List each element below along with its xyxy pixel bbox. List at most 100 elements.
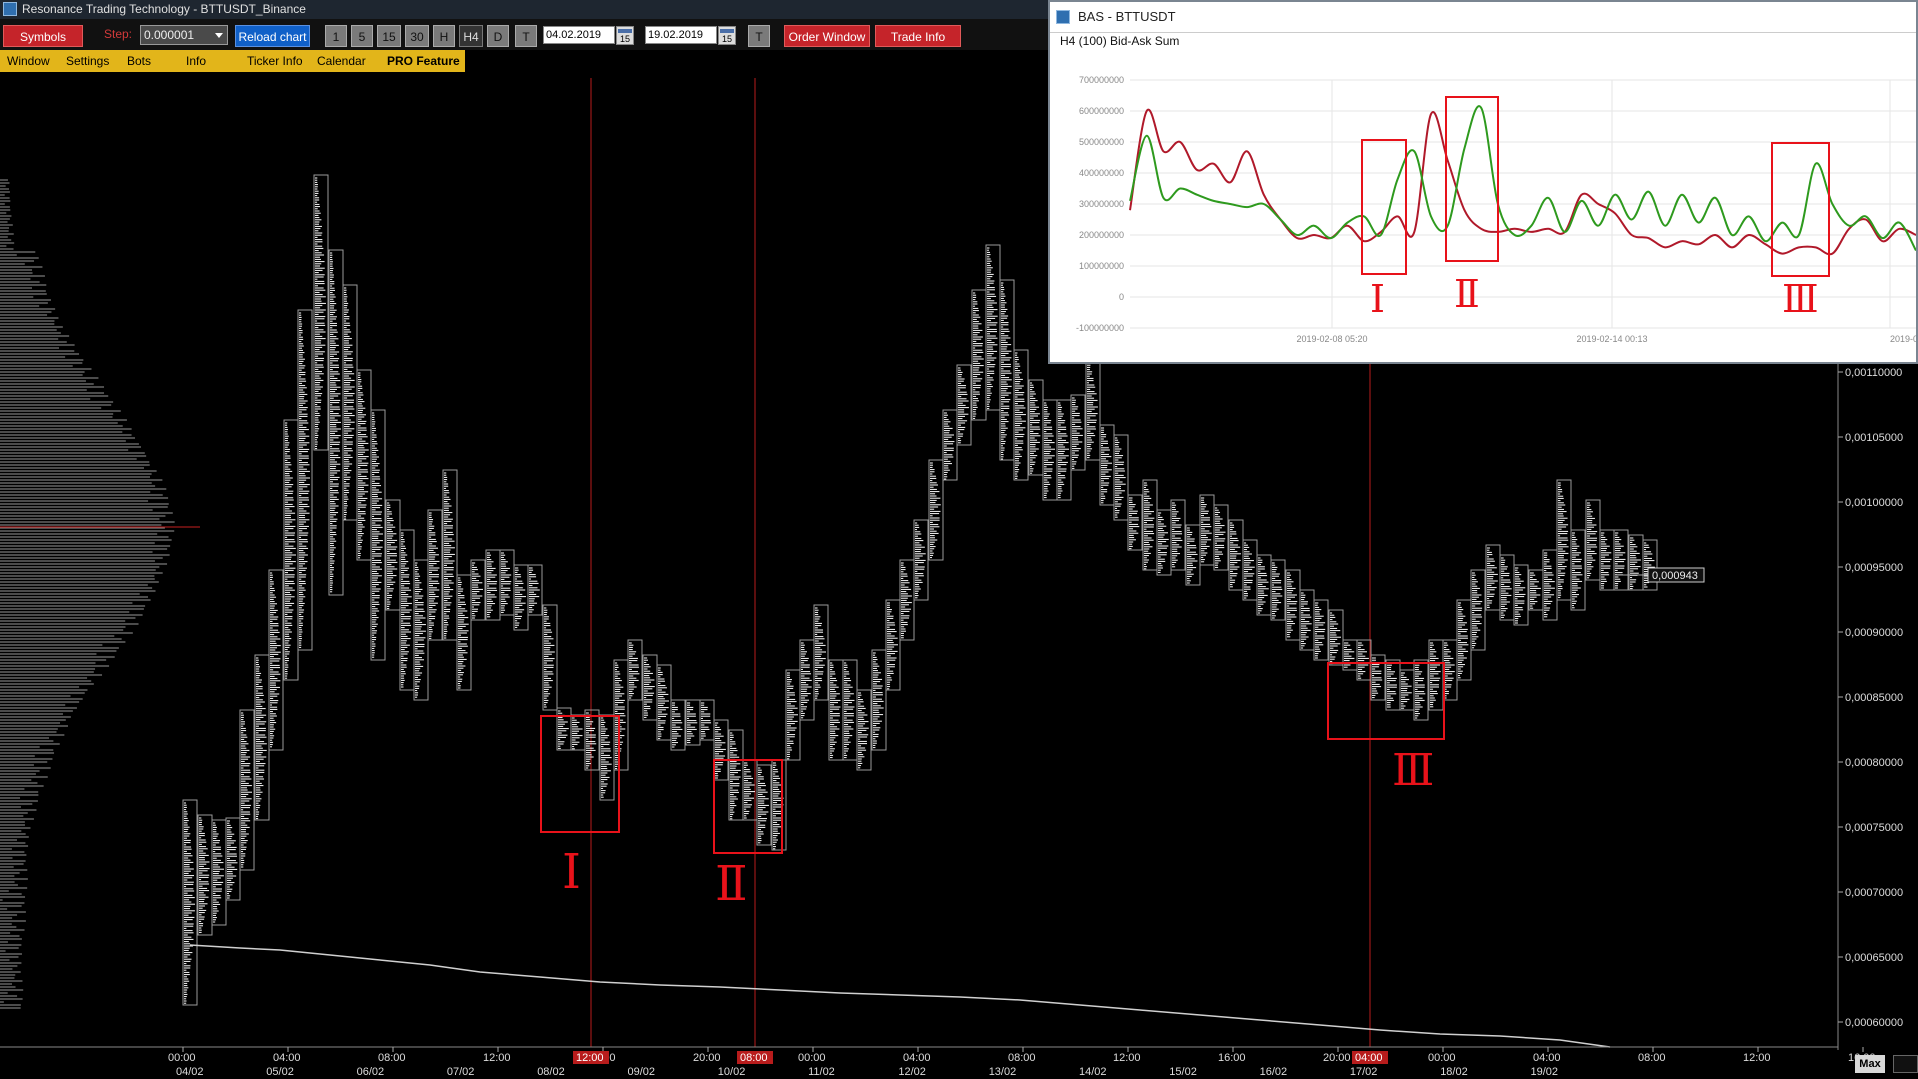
candle (899, 559, 915, 641)
menu-calendar[interactable]: Calendar (317, 54, 366, 68)
candle (871, 649, 887, 751)
candle (842, 659, 858, 761)
date-to-input[interactable]: 19.02.2019 (645, 26, 717, 44)
date-from-input[interactable]: 04.02.2019 (543, 26, 615, 44)
step-select[interactable]: 0.000001 (140, 25, 228, 45)
timeframe-5-button[interactable]: 5 (351, 25, 373, 47)
candle (1099, 424, 1115, 506)
candle (1413, 659, 1429, 721)
candle (642, 654, 658, 721)
t-button-2[interactable]: T (748, 25, 770, 47)
candle (828, 659, 844, 761)
t-button[interactable]: T (515, 25, 537, 47)
candle (1485, 544, 1501, 611)
candle (1356, 639, 1372, 681)
inset-y-tick-label: 700000000 (1079, 75, 1124, 85)
date-tick-label: 04/02 (176, 1066, 204, 1078)
date-tick-label: 16/02 (1260, 1066, 1288, 1078)
price-tick-label: 0,00085000 (1845, 692, 1903, 704)
time-tick-label: 04:00 (903, 1052, 931, 1064)
cursor-time-label: 04:00 (1355, 1052, 1383, 1064)
candle (399, 529, 415, 691)
inset-x-tick-label: 2019-02-14 00:13 (1576, 334, 1647, 344)
inset-annotation-boxes (1361, 96, 1830, 277)
date-tick-label: 06/02 (357, 1066, 385, 1078)
calendar-icon[interactable]: 15 (616, 26, 634, 45)
cursor-time-label: 08:00 (740, 1052, 768, 1064)
symbols-button[interactable]: Symbols (3, 25, 83, 47)
candle (999, 279, 1015, 461)
current-price-label: 0,000943 (1652, 570, 1698, 582)
time-tick-label: 16:00 (1218, 1052, 1246, 1064)
candle (513, 564, 529, 631)
candle (1513, 564, 1529, 626)
candle (856, 689, 872, 771)
time-tick-label: 08:00 (378, 1052, 406, 1064)
timeframe-30-button[interactable]: 30 (405, 25, 429, 47)
price-tick-label: 0,00105000 (1845, 432, 1903, 444)
candle (442, 469, 458, 641)
candle (813, 604, 829, 701)
corner-button[interactable] (1893, 1055, 1918, 1073)
order-window-button[interactable]: Order Window (784, 25, 870, 47)
candle (599, 714, 615, 801)
inset-y-tick-label: 0 (1119, 292, 1124, 302)
timeframe-h-button[interactable]: H (433, 25, 455, 47)
candle (1399, 669, 1415, 711)
candle (1628, 534, 1644, 591)
app-icon (3, 2, 17, 16)
candle (985, 244, 1001, 411)
bid-ask-sum-window[interactable]: BAS - BTTUSDT H4 (100) Bid-Ask Sum 70000… (1048, 0, 1918, 364)
reload-chart-button[interactable]: Reload chart (235, 25, 310, 47)
inset-y-tick-label: 300000000 (1079, 199, 1124, 209)
time-tick-label: 12:00 (1743, 1052, 1771, 1064)
timeframe-h4-button[interactable]: H4 (459, 25, 483, 47)
menu-bar: Window Settings Bots Info Ticker Info Ca… (0, 50, 465, 72)
timeframe-15-button[interactable]: 15 (377, 25, 401, 47)
menu-info[interactable]: Info (186, 54, 206, 68)
candle (485, 549, 501, 621)
inset-y-ticks: 700000000 600000000 500000000 400000000 3000… (1076, 75, 1124, 333)
candle (885, 599, 901, 691)
menu-settings[interactable]: Settings (66, 54, 109, 68)
inset-y-tick-label: -100000000 (1076, 323, 1124, 333)
candle (785, 669, 801, 761)
date-tick-label: 09/02 (628, 1066, 656, 1078)
candle (413, 559, 429, 701)
region-label-1: Ⅰ (562, 844, 581, 900)
trade-info-button[interactable]: Trade Info (875, 25, 961, 47)
inset-region-label-2: Ⅱ (1454, 272, 1480, 316)
time-axis-ticks: 00:00 04:00 08:00 12:00 16:00 20:00 00:00 04:00… (168, 1047, 1876, 1078)
series-red-line (1129, 108, 1916, 256)
time-tick-label: 00:00 (168, 1052, 196, 1064)
time-tick-label: 04:00 (1533, 1052, 1561, 1064)
candle (211, 819, 227, 926)
candle (1199, 494, 1215, 566)
menu-pro-feature[interactable]: PRO Feature (387, 54, 460, 68)
annotation-boxes (540, 662, 1445, 854)
price-tick-label: 0,00100000 (1845, 497, 1903, 509)
candle (556, 707, 572, 751)
date-tick-label: 12/02 (898, 1066, 926, 1078)
candle (1085, 359, 1101, 461)
candle (771, 759, 787, 851)
timeframe-1-button[interactable]: 1 (325, 25, 347, 47)
price-axis[interactable] (1838, 360, 1918, 1050)
calendar-icon[interactable]: 15 (718, 26, 736, 45)
candle (427, 509, 443, 641)
candle (197, 814, 213, 936)
candle (1342, 639, 1358, 671)
candle (956, 364, 972, 446)
candle (728, 729, 744, 821)
candle (928, 459, 944, 561)
timeframe-d-button[interactable]: D (487, 25, 509, 47)
region-label-3: Ⅲ (1392, 745, 1434, 796)
candle (1042, 399, 1058, 501)
candle (942, 409, 958, 481)
menu-bots[interactable]: Bots (127, 54, 151, 68)
candle (1299, 589, 1315, 651)
menu-ticker-info[interactable]: Ticker Info (247, 54, 303, 68)
max-button[interactable]: Max (1855, 1055, 1885, 1073)
date-tick-label: 19/02 (1531, 1066, 1559, 1078)
menu-window[interactable]: Window (7, 54, 50, 68)
